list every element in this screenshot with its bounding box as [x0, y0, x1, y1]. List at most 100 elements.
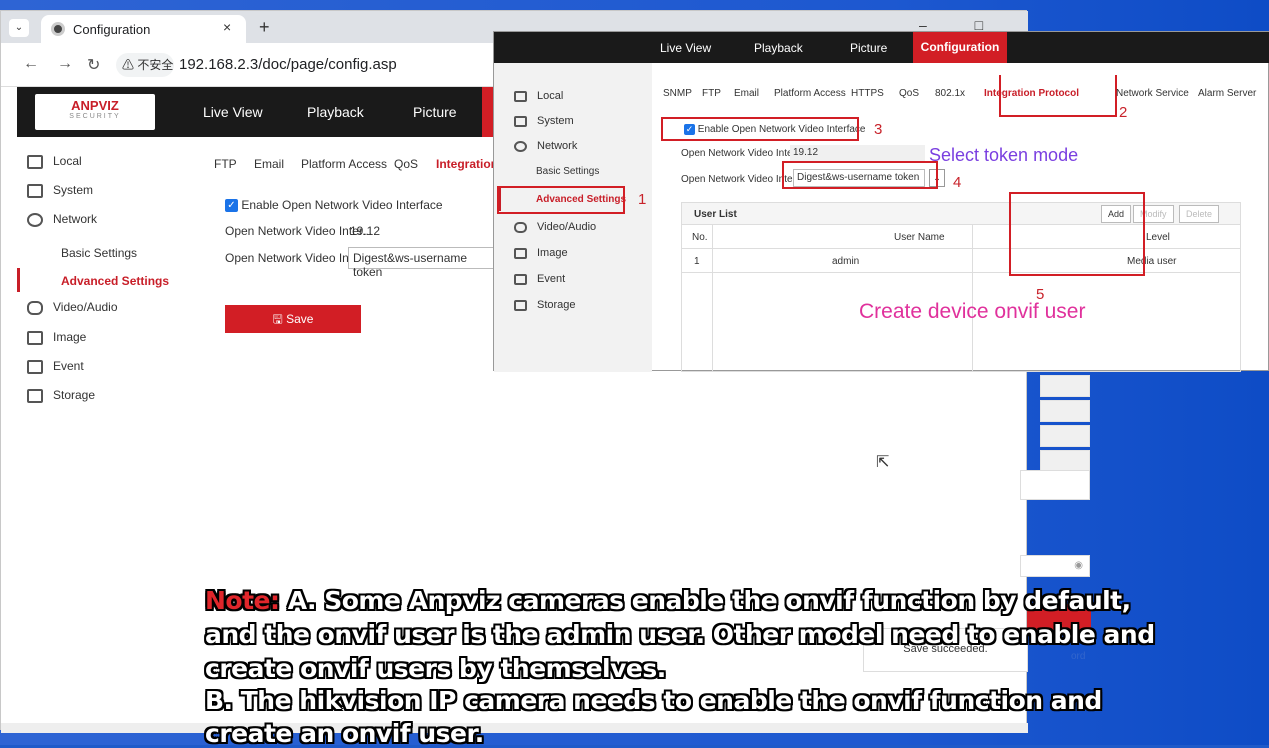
user-list-title: User List: [694, 209, 737, 220]
annotation-box-5: [1009, 192, 1145, 276]
overlay-sidebar-system[interactable]: System: [514, 115, 574, 127]
save-button[interactable]: 🖫 Save: [225, 305, 361, 333]
browser-tab[interactable]: Configuration: [41, 15, 246, 43]
overlay-tab-network-service[interactable]: Network Service: [1116, 88, 1189, 99]
overlay-nav-live-view[interactable]: Live View: [660, 41, 711, 55]
bg-field: [1040, 425, 1090, 447]
image-icon: [514, 247, 527, 259]
overlay-tab-platform-access[interactable]: Platform Access: [774, 88, 846, 99]
row-no: 1: [694, 256, 700, 267]
subtitle-line-5: create an onvif user.: [205, 719, 484, 748]
create-user-annotation: Create device onvif user: [859, 300, 1086, 323]
sidebar-label: Event: [53, 359, 84, 373]
overlay-sidebar-image[interactable]: Image: [514, 247, 568, 259]
overlay-sidebar-local[interactable]: Local: [514, 90, 563, 102]
new-tab-button[interactable]: +: [259, 17, 270, 38]
bg-field: [1040, 450, 1090, 472]
sidebar-item-image[interactable]: Image: [27, 330, 86, 345]
nav-playback[interactable]: Playback: [307, 104, 364, 120]
column-divider: [972, 225, 973, 371]
overlay-tab-8021x[interactable]: 802.1x: [935, 88, 965, 99]
overlay-sidebar-network[interactable]: Network: [514, 140, 577, 152]
anpviz-logo: ANPVIZ SECURITY: [35, 94, 155, 130]
sidebar-item-storage[interactable]: Storage: [27, 388, 95, 403]
overlay-nav-playback[interactable]: Playback: [754, 41, 803, 55]
overlay-tab-qos[interactable]: QoS: [899, 88, 919, 99]
eye-icon[interactable]: ◉: [1020, 555, 1090, 577]
sidebar-label: Video/Audio: [537, 221, 597, 233]
forward-icon[interactable]: →: [57, 55, 73, 73]
system-icon: [27, 183, 43, 198]
sidebar-item-event[interactable]: Event: [27, 359, 84, 374]
overlay-tab-snmp[interactable]: SNMP: [663, 88, 692, 99]
checkmark-icon: ✓: [225, 199, 238, 213]
overlay-sidebar-basic-settings[interactable]: Basic Settings: [536, 166, 599, 177]
column-header-no: No.: [692, 232, 708, 243]
globe-icon: [514, 140, 527, 152]
column-header-user-name: User Name: [894, 232, 945, 243]
sidebar-label: Image: [537, 247, 568, 259]
bg-field: [1040, 375, 1090, 397]
calendar-icon: [514, 273, 527, 285]
security-warning-badge[interactable]: ⚠ 不安全: [116, 53, 174, 77]
nav-picture[interactable]: Picture: [413, 104, 457, 120]
overlay-tab-https[interactable]: HTTPS: [851, 88, 884, 99]
logo-subtext: SECURITY: [69, 113, 121, 120]
sidebar-label: Local: [53, 154, 82, 168]
tab-email[interactable]: Email: [254, 157, 284, 171]
config-overlay-panel: Live View Playback Picture Configuration…: [493, 31, 1269, 372]
tab-title: Configuration: [73, 21, 151, 37]
back-icon[interactable]: ←: [23, 55, 39, 73]
sidebar-label: Network: [53, 212, 98, 226]
sidebar-item-video-audio[interactable]: Video/Audio: [27, 300, 118, 315]
checkbox-label: Enable Open Network Video Interface: [241, 198, 443, 212]
overlay-nav-picture[interactable]: Picture: [850, 41, 887, 55]
annotation-box-1: [497, 186, 625, 214]
active-indicator: [17, 268, 20, 292]
sidebar-label: Local: [537, 90, 564, 102]
sidebar-label: Image: [53, 330, 87, 344]
sidebar-item-local[interactable]: Local: [27, 154, 82, 169]
sidebar-label: System: [537, 115, 574, 127]
monitor-icon: [514, 90, 527, 102]
overlay-sidebar-video-audio[interactable]: Video/Audio: [514, 221, 596, 233]
tab-platform-access[interactable]: Platform Access: [301, 157, 387, 171]
overlay-header: Live View Playback Picture Configuration: [494, 32, 1269, 63]
onvif-version-value: 19.12: [350, 224, 381, 238]
column-divider: [712, 225, 713, 371]
overlay-tab-ftp[interactable]: FTP: [702, 88, 721, 99]
background-fields: [1040, 375, 1090, 475]
sidebar-item-basic-settings[interactable]: Basic Settings: [61, 246, 137, 260]
overlay-tab-email[interactable]: Email: [734, 88, 759, 99]
url-input[interactable]: 192.168.2.3/doc/page/config.asp: [179, 56, 397, 73]
delete-button[interactable]: Delete: [1179, 205, 1220, 223]
horizontal-scrollbar[interactable]: [1, 723, 1028, 733]
column-header-level: Level: [1146, 232, 1170, 243]
select-token-annotation: Select token mode: [929, 145, 1079, 165]
user-list-table: User List Add Modify Delete No. User Nam…: [681, 202, 1241, 372]
system-icon: [514, 115, 527, 127]
annotation-number-3: 3: [874, 121, 883, 138]
tab-close-icon[interactable]: ×: [223, 19, 231, 35]
tab-qos[interactable]: QoS: [394, 157, 418, 171]
tab-ftp[interactable]: FTP: [214, 157, 237, 171]
password-link[interactable]: ord: [1071, 651, 1085, 662]
reload-icon[interactable]: ↻: [87, 55, 100, 75]
overlay-nav-configuration[interactable]: Configuration: [913, 32, 1007, 63]
overlay-sidebar-event[interactable]: Event: [514, 273, 565, 285]
sidebar-label: Video/Audio: [53, 300, 118, 314]
enable-onvif-checkbox[interactable]: ✓ Enable Open Network Video Interface: [225, 198, 443, 213]
globe-icon: [27, 212, 43, 227]
sidebar-item-system[interactable]: System: [27, 183, 93, 198]
save-icon: 🖫: [272, 312, 287, 326]
overlay-tab-alarm-server[interactable]: Alarm Server: [1198, 88, 1256, 99]
auth-mode-select[interactable]: Digest&ws-username token: [348, 247, 494, 279]
monitor-icon: [27, 154, 43, 169]
sidebar-item-network[interactable]: Network: [27, 212, 97, 227]
overlay-sidebar-storage[interactable]: Storage: [514, 299, 576, 311]
nav-live-view[interactable]: Live View: [203, 104, 263, 120]
tab-search-button[interactable]: ⌄: [9, 19, 29, 37]
row-user-name: admin: [832, 256, 860, 267]
sidebar-label: System: [53, 183, 94, 197]
sidebar-item-advanced-settings[interactable]: Advanced Settings: [61, 274, 169, 288]
